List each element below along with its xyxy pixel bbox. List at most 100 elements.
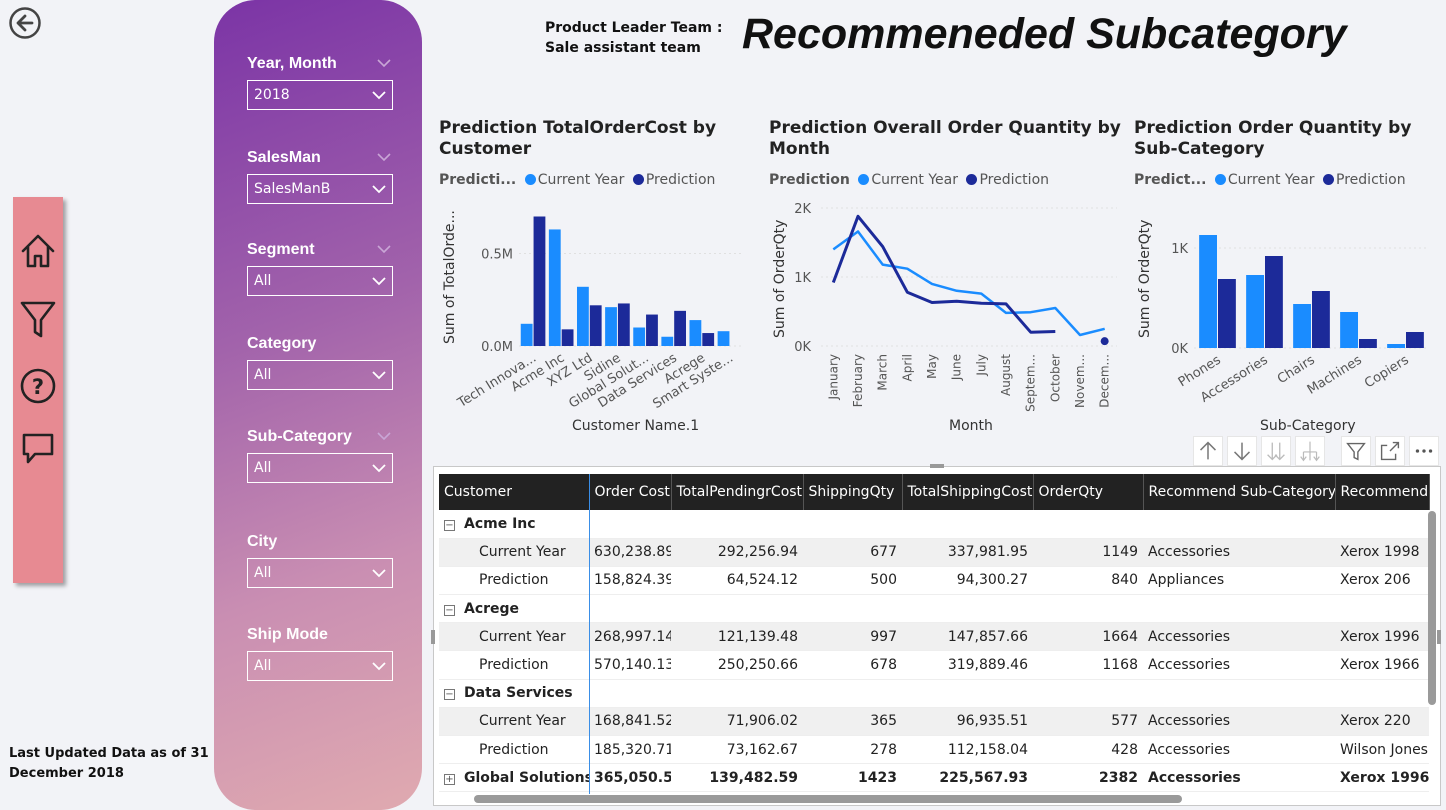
column-header[interactable]: TotalPendingrCost <box>671 474 804 510</box>
bar-prediction[interactable] <box>646 314 658 346</box>
chart-plot: 0K1KPhonesAccessories ChairsMachinesCopie… <box>1171 235 1429 406</box>
bar-prediction[interactable] <box>674 310 686 346</box>
vertical-scrollbar[interactable] <box>1428 511 1436 705</box>
chevron-down-icon[interactable] <box>377 150 391 164</box>
column-header[interactable]: OrderQty <box>1033 474 1144 510</box>
bar-prediction[interactable] <box>1312 291 1330 348</box>
sub-category-dropdown[interactable]: All <box>247 453 393 483</box>
team-label: Product Leader Team : Sale assistant tea… <box>545 18 725 58</box>
legend-title: Prediction <box>769 172 850 188</box>
chart-order-qty-by-month[interactable]: Prediction Overall Order Quantity by Mon… <box>769 118 1124 438</box>
table-row[interactable]: Prediction 570,140.13 250,250.66 678 319,889… <box>439 650 1429 680</box>
table-cell: Wilson Jones <box>1335 735 1429 765</box>
column-header[interactable]: Recommend <box>1335 474 1430 510</box>
line-current-year[interactable] <box>832 230 1106 337</box>
column-header[interactable]: Recommend Sub-Category <box>1143 474 1336 510</box>
bar-current-year[interactable] <box>605 307 617 346</box>
x-tick-label: January <box>826 354 840 401</box>
table-row[interactable]: Prediction 158,824.39 64,524.12 500 94,300.2… <box>439 566 1429 596</box>
back-arrow-icon[interactable] <box>8 6 42 40</box>
x-tick-label: April <box>900 354 914 381</box>
table-row[interactable]: Current Year 268,997.14 121,139.48 997 147,8… <box>439 622 1429 652</box>
row-label: Current Year <box>439 538 589 567</box>
home-icon[interactable] <box>19 231 57 271</box>
table-cell: Accessories <box>1143 622 1335 652</box>
point-prediction[interactable] <box>1100 337 1109 346</box>
salesman-dropdown[interactable]: SalesManB <box>247 174 393 204</box>
bar-prediction[interactable] <box>1218 279 1236 348</box>
year-month-dropdown[interactable]: 2018 <box>247 80 393 110</box>
resize-handle[interactable] <box>431 630 435 644</box>
horizontal-scrollbar[interactable] <box>474 795 1182 803</box>
bar-prediction[interactable] <box>1359 339 1377 348</box>
table-row[interactable]: Current Year 630,238.89 292,256.94 677 337,9… <box>439 538 1429 567</box>
table-row[interactable]: Current Year 168,841.52 71,906.02 365 96,935… <box>439 707 1429 737</box>
help-icon[interactable]: ? <box>19 365 57 405</box>
table-group-row[interactable]: − Data Services <box>439 679 1429 708</box>
bar-prediction[interactable] <box>533 216 546 347</box>
collapse-icon[interactable]: − <box>444 604 455 616</box>
bar-current-year[interactable] <box>520 323 533 346</box>
collapse-icon[interactable]: − <box>444 519 455 531</box>
chart-order-cost-by-customer[interactable]: Prediction TotalOrderCost by Customer Pr… <box>439 118 759 438</box>
column-header[interactable]: Customer <box>439 474 590 510</box>
focus-mode-icon[interactable] <box>1375 436 1405 466</box>
bar-current-year[interactable] <box>717 331 730 346</box>
table-group-row[interactable]: − Acrege <box>439 594 1429 624</box>
column-header[interactable]: ShippingQty <box>803 474 903 510</box>
more-options-icon[interactable] <box>1409 436 1439 466</box>
category-dropdown[interactable]: All <box>247 360 393 390</box>
chevron-down-icon[interactable] <box>377 429 391 443</box>
chart-order-qty-by-sub-category[interactable]: Prediction Order Quantity by Sub-Categor… <box>1134 118 1439 438</box>
arrow-down-icon[interactable] <box>1227 436 1257 466</box>
bar-current-year[interactable] <box>1199 235 1217 348</box>
table-cell <box>671 510 803 539</box>
collapse-icon[interactable]: − <box>444 689 455 701</box>
bar-prediction[interactable] <box>702 333 715 346</box>
column-header[interactable]: Order Cost <box>589 474 672 510</box>
table-cell: 147,857.66 <box>902 622 1033 652</box>
bar-current-year[interactable] <box>633 327 646 347</box>
chevron-down-icon[interactable] <box>377 242 391 256</box>
bar-prediction[interactable] <box>561 329 574 346</box>
table-group-row[interactable]: − Acme Inc <box>439 510 1429 539</box>
bar-prediction[interactable] <box>1265 256 1283 348</box>
bar-current-year[interactable] <box>548 229 561 346</box>
row-label: Current Year <box>439 622 589 652</box>
double-arrow-down-icon[interactable] <box>1261 436 1291 466</box>
expand-icon[interactable]: + <box>444 773 455 785</box>
bar-current-year[interactable] <box>1340 312 1358 348</box>
chevron-down-icon[interactable] <box>377 56 391 70</box>
legend-dot-current-year <box>1214 174 1226 185</box>
bar-current-year[interactable] <box>1387 344 1405 348</box>
row-label: Prediction <box>439 566 589 596</box>
bar-current-year[interactable] <box>1246 275 1264 348</box>
resize-handle[interactable] <box>930 464 944 468</box>
table-row[interactable]: Prediction 185,320.71 73,162.67 278 112,158.… <box>439 735 1429 765</box>
segment-dropdown[interactable]: All <box>247 266 393 296</box>
comment-icon[interactable] <box>19 429 57 469</box>
bar-prediction[interactable] <box>617 303 630 346</box>
city-dropdown[interactable]: All <box>247 558 393 588</box>
bar-prediction[interactable] <box>589 305 602 346</box>
matrix-table-visual[interactable]: Customer Order Cost TotalPendingrCost Shipp… <box>433 466 1441 806</box>
bar-prediction[interactable] <box>1406 332 1424 348</box>
table-group-row[interactable]: + Global Solutions365,050.52139,482.59142… <box>439 763 1429 793</box>
bar-current-year[interactable] <box>661 336 674 346</box>
expand-hierarchy-icon[interactable] <box>1295 436 1325 466</box>
filter-icon[interactable] <box>1341 436 1371 466</box>
x-tick-label: August <box>999 354 1013 396</box>
arrow-up-icon[interactable] <box>1193 436 1223 466</box>
table-cell: 428 <box>1033 735 1143 765</box>
line-prediction[interactable] <box>833 216 1104 341</box>
bar-current-year[interactable] <box>1293 304 1311 348</box>
column-header[interactable]: TotalShippingCost <box>902 474 1034 510</box>
bar-current-year[interactable] <box>689 320 702 346</box>
resize-handle[interactable] <box>1437 630 1441 644</box>
ship-mode-dropdown[interactable]: All <box>247 651 393 681</box>
filter-icon[interactable] <box>19 299 57 339</box>
table-cell <box>803 510 902 539</box>
table-cell: 1168 <box>1033 650 1143 680</box>
chart-legend: Predicti... Current Year Prediction <box>439 172 759 192</box>
bar-current-year[interactable] <box>577 286 589 346</box>
